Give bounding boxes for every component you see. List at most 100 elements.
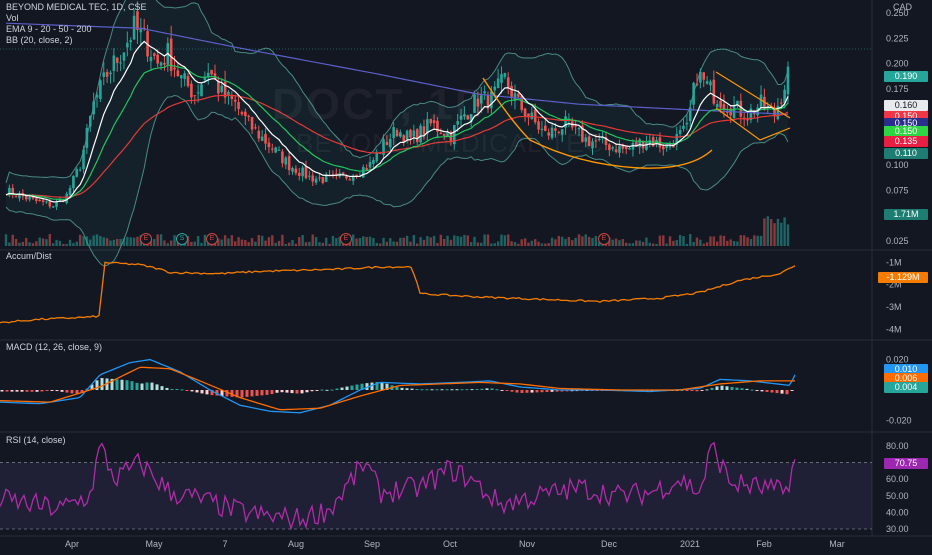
volume-bar [321,242,325,246]
macd-histogram-bar [440,389,444,391]
macd-histogram-bar [50,390,54,391]
candle-body [109,72,112,75]
candle-body [186,76,190,87]
macd-histogram-bar [180,389,184,391]
macd-histogram-bar [0,390,4,392]
rsi-pane-title[interactable]: RSI (14, close) [6,435,66,445]
macd-histogram-bar [150,382,154,390]
candle-body [176,70,180,77]
volume-bar [85,236,89,246]
macd-histogram-bar [415,389,419,391]
volume-bar [726,240,729,246]
candle-body [260,136,264,141]
earnings-marker[interactable]: E [206,233,218,245]
volume-bar [439,234,443,246]
macd-histogram-bar [135,382,139,390]
earnings-marker[interactable]: E [140,233,152,245]
candle-body [341,172,345,174]
macd-histogram-bar [325,389,329,391]
volume-bar [611,239,614,246]
macd-histogram-bar [695,390,699,392]
volume-bar [153,239,156,246]
time-axis-label: Nov [519,539,536,549]
volume-bar [230,235,234,246]
macd-histogram-bar [500,390,504,391]
macd-histogram-bar [525,390,529,393]
symbol-title[interactable]: BEYOND MEDICAL TEC, 1D, CSE [6,2,147,13]
candle-body [523,108,527,117]
currency-label: CAD [892,2,912,12]
macd-histogram-bar [25,390,29,392]
volume-bar [385,241,389,246]
bb-legend[interactable]: BB (20, close, 2) [6,35,147,46]
volume-bar [459,236,463,246]
earnings-marker[interactable]: S [176,233,188,245]
candle-body [267,142,271,148]
volume-bar [480,242,483,246]
candle-body [115,57,119,63]
volume-bar [716,241,719,246]
volume-bar [419,237,422,246]
time-axis-label: Feb [756,539,772,549]
macd-histogram-bar [40,390,44,392]
volume-bar [496,241,500,246]
volume-bar [695,237,699,246]
candle-body [719,100,722,108]
macd-histogram-bar [775,390,779,394]
ema-legend[interactable]: EMA 9 - 20 - 50 - 200 [6,24,147,35]
macd-histogram-bar [170,388,174,390]
candle-body [35,198,38,201]
volume-bar [351,234,355,246]
volume-bar [129,237,132,246]
candle-body [608,144,611,151]
volume-bar [520,239,523,246]
time-axis-label: Aug [288,539,304,549]
volume-bar [325,237,328,246]
volume-bar [510,241,513,246]
volume-bar [675,239,678,246]
vol-legend[interactable]: Vol [6,13,147,24]
volume-bar [372,238,375,246]
volume-bar [402,237,405,246]
volume-bar [234,241,237,246]
volume-bar [493,243,496,246]
volume-bar [476,242,480,246]
macd-histogram-bar [305,390,309,393]
earnings-marker[interactable]: E [340,233,352,245]
candle-body [85,127,89,148]
macd-histogram-bar [475,389,479,391]
price-badge: 0.160 [884,100,928,111]
macd-histogram-bar [100,378,104,390]
macd-histogram-bar [125,380,129,390]
volume-bar [116,239,119,246]
candle-body [51,206,55,208]
time-axis-label: Apr [65,539,79,549]
macd-pane-title[interactable]: MACD (12, 26, close, 9) [6,342,102,352]
macd-histogram-bar [540,390,544,393]
candle-body [233,99,237,102]
earnings-marker[interactable]: E [598,233,610,245]
volume-bar [102,237,105,246]
volume-bar [365,236,368,246]
chart-stage[interactable]: 0.2500.2250.2000.1750.1500.1250.1000.075… [0,0,932,550]
macd-histogram-bar [255,390,259,396]
macd-histogram-bar [505,390,509,391]
volume-bar [109,240,112,246]
volume-bar [166,243,169,246]
volume-bar [200,242,203,246]
macd-histogram-bar [435,389,439,391]
volume-bar [18,242,21,246]
candle-body [14,196,18,198]
macd-histogram-bar [145,382,149,390]
macd-histogram-bar [70,390,74,394]
macd-histogram-bar [260,390,264,396]
accum-pane-title[interactable]: Accum/Dist [6,251,52,261]
macd-histogram-bar [730,386,734,390]
macd-histogram-bar [430,389,434,391]
main-legend: BEYOND MEDICAL TEC, 1D, CSE Vol EMA 9 - … [6,2,147,46]
candle-body [692,82,695,105]
volume-bar [294,243,298,246]
macd-histogram-bar [780,390,784,394]
candle-body [112,55,116,71]
volume-bar [89,239,92,246]
